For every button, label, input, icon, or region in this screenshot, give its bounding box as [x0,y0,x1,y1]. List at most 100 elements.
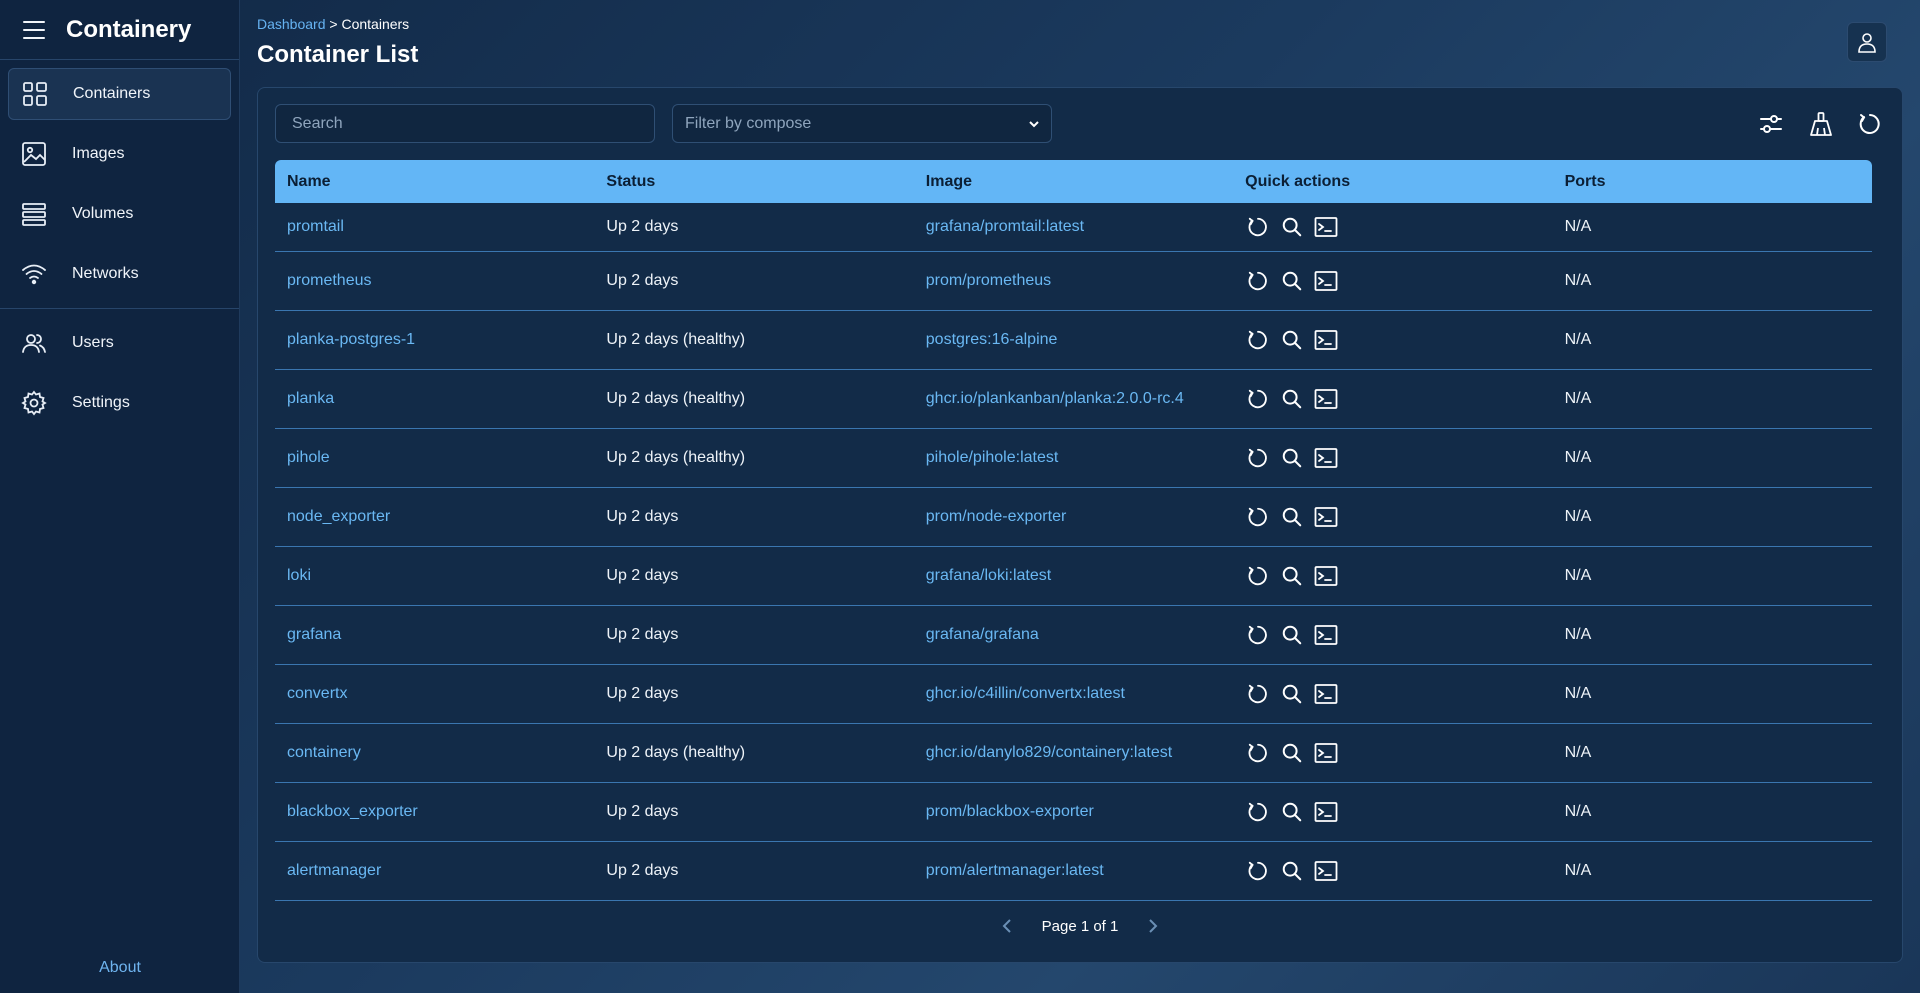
restart-button[interactable] [1245,268,1271,294]
menu-icon[interactable] [20,18,48,42]
refresh-button[interactable] [1854,108,1886,140]
container-image-link[interactable]: prom/node-exporter [914,508,1233,526]
restart-button[interactable] [1245,799,1271,825]
prune-button[interactable] [1805,108,1837,140]
inspect-button[interactable] [1279,681,1305,707]
restart-icon [1247,270,1269,292]
container-name-link[interactable]: planka-postgres-1 [275,331,594,349]
inspect-button[interactable] [1279,563,1305,589]
inspect-button[interactable] [1279,799,1305,825]
restart-icon [1247,860,1269,882]
terminal-button[interactable] [1313,563,1339,589]
container-image-link[interactable]: prom/blackbox-exporter [914,803,1233,821]
compose-filter-select[interactable]: Filter by compose [672,104,1052,143]
container-name-link[interactable]: convertx [275,685,594,703]
wifi-icon [20,260,48,288]
sidebar-item-images[interactable]: Images [8,128,231,180]
terminal-button[interactable] [1313,445,1339,471]
container-image-link[interactable]: prom/alertmanager:latest [914,862,1233,880]
container-status: Up 2 days [606,272,679,289]
inspect-button[interactable] [1279,386,1305,412]
inspect-button[interactable] [1279,268,1305,294]
container-image-link[interactable]: postgres:16-alpine [914,331,1233,349]
search-input[interactable] [275,104,655,143]
terminal-button[interactable] [1313,799,1339,825]
about-link[interactable]: About [0,959,240,977]
container-image-link[interactable]: ghcr.io/plankanban/planka:2.0.0-rc.4 [914,390,1233,408]
terminal-button[interactable] [1313,327,1339,353]
restart-button[interactable] [1245,214,1271,240]
table-body: promtail Up 2 days grafana/promtail:latest… [275,203,1872,901]
terminal-button[interactable] [1313,268,1339,294]
sidebar-item-settings[interactable]: Settings [8,377,231,429]
quick-actions [1245,445,1552,471]
container-image-link[interactable]: pihole/pihole:latest [914,449,1233,467]
restart-button[interactable] [1245,858,1271,884]
container-image-link[interactable]: grafana/grafana [914,626,1233,644]
inspect-button[interactable] [1279,214,1305,240]
terminal-icon [1314,506,1338,528]
inspect-button[interactable] [1279,327,1305,353]
inspect-button[interactable] [1279,445,1305,471]
column-header-name[interactable]: Name [275,173,594,191]
column-header-ports[interactable]: Ports [1553,173,1872,191]
terminal-icon [1314,329,1338,351]
inspect-icon [1281,388,1303,410]
terminal-button[interactable] [1313,858,1339,884]
sidebar-item-containers[interactable]: Containers [8,68,231,120]
container-ports: N/A [1564,449,1592,466]
container-name-link[interactable]: prometheus [275,272,594,290]
container-image-link[interactable]: ghcr.io/c4illin/convertx:latest [914,685,1233,703]
sidebar-item-users[interactable]: Users [8,317,231,369]
container-name-link[interactable]: blackbox_exporter [275,803,594,821]
table-row: convertx Up 2 days ghcr.io/c4illin/convert… [275,665,1872,724]
container-name-link[interactable]: planka [275,390,594,408]
sidebar-item-volumes[interactable]: Volumes [8,188,231,240]
user-profile-button[interactable] [1847,22,1887,62]
terminal-button[interactable] [1313,740,1339,766]
terminal-button[interactable] [1313,386,1339,412]
table-row: grafana Up 2 days grafana/grafana N/A [275,606,1872,665]
container-image-link[interactable]: grafana/loki:latest [914,567,1233,585]
terminal-icon [1314,270,1338,292]
column-header-image[interactable]: Image [914,173,1233,191]
container-image-link[interactable]: grafana/promtail:latest [914,218,1233,236]
container-name-link[interactable]: grafana [275,626,594,644]
restart-button[interactable] [1245,445,1271,471]
column-header-status[interactable]: Status [594,173,913,191]
quick-actions [1245,504,1552,530]
container-name-link[interactable]: node_exporter [275,508,594,526]
terminal-button[interactable] [1313,214,1339,240]
inspect-button[interactable] [1279,858,1305,884]
restart-button[interactable] [1245,681,1271,707]
restart-button[interactable] [1245,327,1271,353]
container-name-link[interactable]: alertmanager [275,862,594,880]
next-page-button[interactable] [1140,915,1166,937]
terminal-button[interactable] [1313,622,1339,648]
container-name-link[interactable]: pihole [275,449,594,467]
filter-settings-button[interactable] [1755,108,1787,140]
container-image-link[interactable]: ghcr.io/danylo829/containery:latest [914,744,1233,762]
restart-button[interactable] [1245,504,1271,530]
sidebar-item-networks[interactable]: Networks [8,248,231,300]
container-image-link[interactable]: prom/prometheus [914,272,1233,290]
container-name-link[interactable]: containery [275,744,594,762]
container-name-link[interactable]: loki [275,567,594,585]
inspect-icon [1281,683,1303,705]
terminal-button[interactable] [1313,504,1339,530]
restart-button[interactable] [1245,563,1271,589]
inspect-button[interactable] [1279,622,1305,648]
breadcrumb-dashboard-link[interactable]: Dashboard [257,16,326,32]
container-ports: N/A [1564,626,1592,643]
table-row: pihole Up 2 days (healthy) pihole/pihole:l… [275,429,1872,488]
restart-button[interactable] [1245,386,1271,412]
inspect-button[interactable] [1279,504,1305,530]
quick-actions [1245,858,1552,884]
container-name-link[interactable]: promtail [275,218,594,236]
terminal-button[interactable] [1313,681,1339,707]
inspect-icon [1281,742,1303,764]
previous-page-button[interactable] [994,915,1020,937]
restart-button[interactable] [1245,740,1271,766]
inspect-button[interactable] [1279,740,1305,766]
restart-button[interactable] [1245,622,1271,648]
